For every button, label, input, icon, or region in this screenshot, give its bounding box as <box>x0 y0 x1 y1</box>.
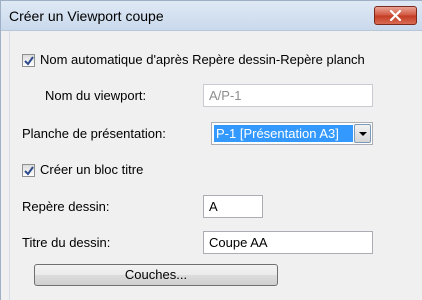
drawing-mark-field[interactable]: A <box>203 195 263 218</box>
auto-name-label[interactable]: Nom automatique d'après Repère dessin-Re… <box>40 52 365 67</box>
sheet-layer-dropdown[interactable]: P-1 [Présentation A3] <box>211 122 373 145</box>
title-bar[interactable]: Créer un Viewport coupe <box>1 1 422 31</box>
dropdown-arrow[interactable] <box>354 124 371 143</box>
title-block-checkbox[interactable] <box>22 164 35 177</box>
layers-button[interactable]: Couches... <box>34 264 278 286</box>
sheet-layer-label: Planche de présentation: <box>22 126 166 141</box>
window-title: Créer un Viewport coupe <box>9 8 164 24</box>
drawing-title-label: Titre du dessin: <box>22 235 111 250</box>
dialog-window: Créer un Viewport coupe Nom automatique … <box>0 0 422 300</box>
drawing-mark-label: Repère dessin: <box>22 199 110 214</box>
sheet-layer-selected: P-1 [Présentation A3] <box>214 125 353 142</box>
checkmark-icon <box>24 56 34 66</box>
title-block-label[interactable]: Créer un bloc titre <box>40 162 143 177</box>
dialog-content: Nom automatique d'après Repère dessin-Re… <box>9 31 422 300</box>
close-button[interactable] <box>374 6 417 25</box>
checkmark-icon <box>24 166 34 176</box>
chevron-down-icon <box>359 132 367 136</box>
close-icon <box>389 10 402 21</box>
viewport-name-field[interactable]: A/P-1 <box>203 84 373 107</box>
drawing-title-field[interactable]: Coupe AA <box>203 231 373 254</box>
auto-name-checkbox[interactable] <box>22 54 35 67</box>
viewport-name-label: Nom du viewport: <box>45 88 147 103</box>
